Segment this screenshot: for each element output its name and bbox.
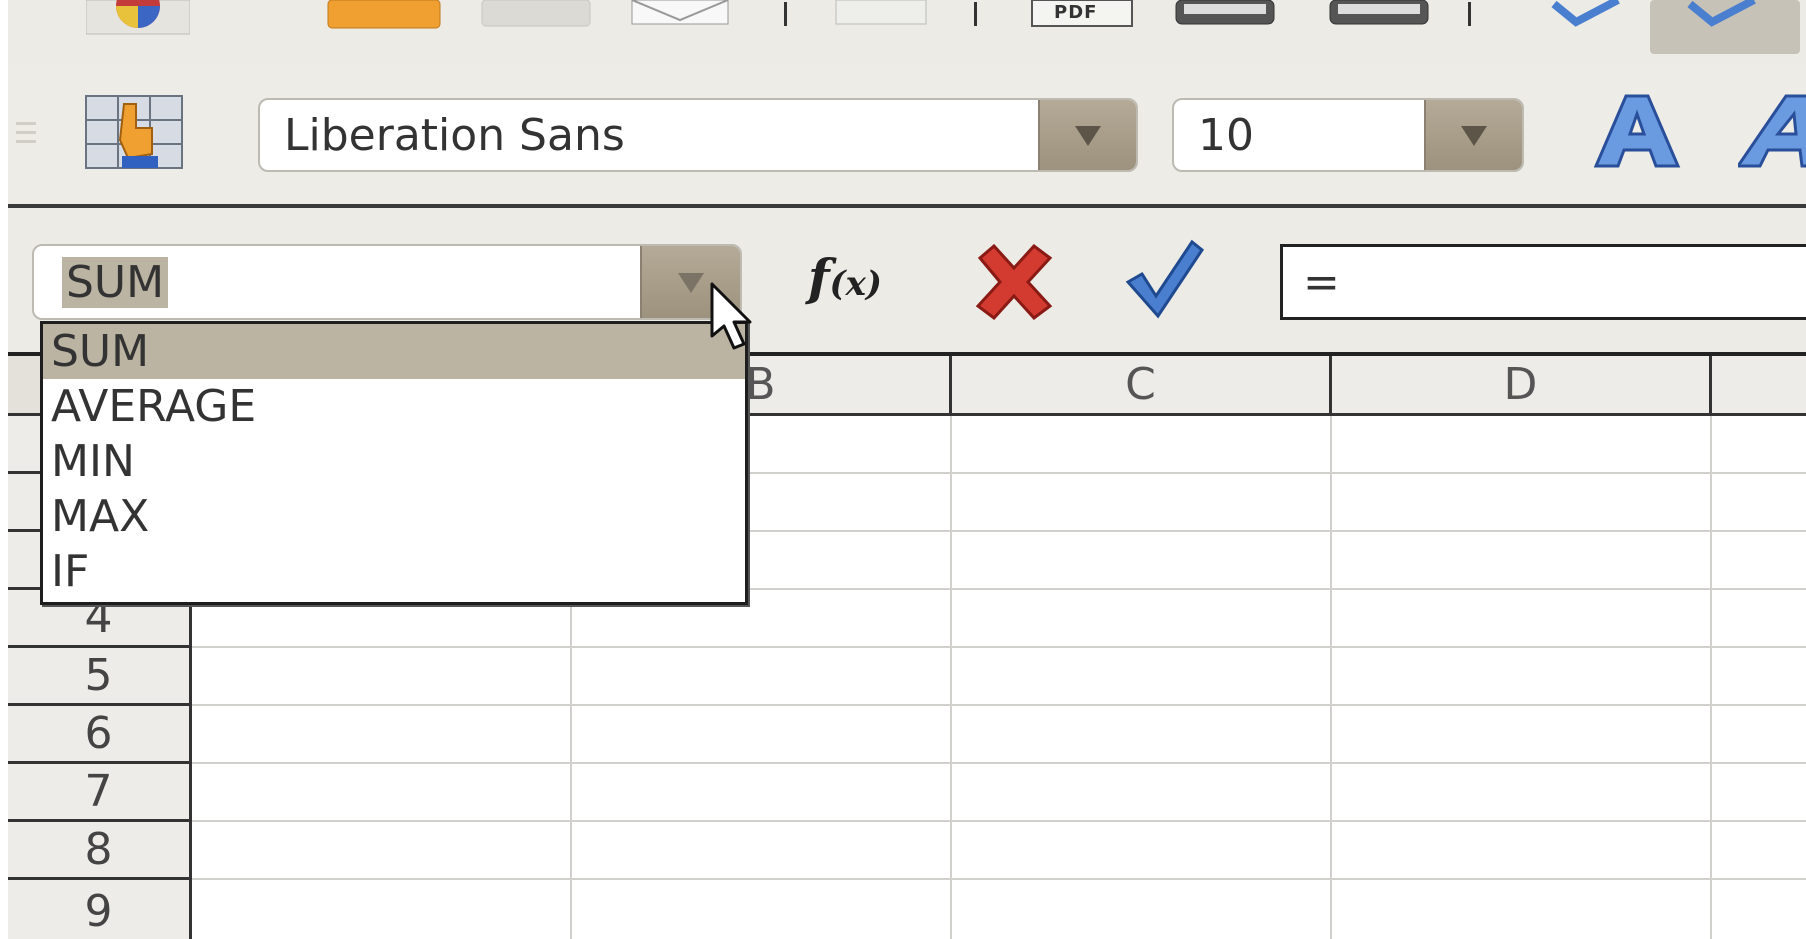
font-name-value[interactable]: Liberation Sans	[284, 100, 625, 170]
name-box-value[interactable]: SUM	[62, 246, 169, 318]
gridline	[1330, 416, 1332, 939]
chevron-down-icon	[1075, 126, 1101, 146]
font-name-combobox[interactable]: Liberation Sans	[258, 98, 1138, 172]
font-size-combobox[interactable]: 10	[1172, 98, 1524, 172]
function-option-if[interactable]: IF	[43, 544, 745, 599]
toolbar-separator	[784, 2, 787, 26]
email-icon[interactable]	[630, 0, 730, 30]
export-pdf-icon[interactable]: PDF	[1028, 0, 1136, 30]
function-option-sum[interactable]: SUM	[43, 324, 745, 379]
toolbar-separator	[974, 2, 977, 26]
edit-file-icon[interactable]	[834, 0, 928, 30]
gridline	[192, 820, 1806, 822]
column-header-c[interactable]: C	[952, 356, 1332, 416]
edit-mode-icon[interactable]	[326, 0, 442, 30]
standard-toolbar: PDF	[8, 0, 1806, 64]
row-header-5[interactable]: 5	[8, 648, 192, 706]
cancel-icon[interactable]	[974, 243, 1054, 321]
font-size-value[interactable]: 10	[1198, 100, 1254, 170]
font-size-dropdown-button[interactable]	[1424, 100, 1522, 170]
gridline	[950, 416, 952, 939]
column-header-e[interactable]	[1712, 356, 1806, 416]
accept-icon[interactable]	[1124, 238, 1205, 320]
gridline	[192, 878, 1806, 880]
print-icon[interactable]	[1172, 0, 1278, 30]
italic-icon[interactable]	[1735, 90, 1806, 172]
spreadsheet-app: PDF Liberation Sans 10 SUM f(x) = B C D …	[8, 0, 1806, 939]
gridline	[1710, 416, 1712, 939]
toolbar-grip[interactable]	[16, 122, 36, 149]
pdf-label: PDF	[1054, 2, 1098, 23]
function-option-average[interactable]: AVERAGE	[43, 379, 745, 434]
function-option-max[interactable]: MAX	[43, 489, 745, 544]
font-name-dropdown-button[interactable]	[1038, 100, 1136, 170]
row-header-7[interactable]: 7	[8, 764, 192, 822]
toolbar-separator	[1468, 2, 1471, 26]
row-header-6[interactable]: 6	[8, 706, 192, 764]
row-header-9[interactable]: 9	[8, 880, 192, 939]
save-disabled-icon[interactable]	[480, 0, 592, 30]
chart-icon[interactable]	[85, 0, 191, 36]
formatting-toolbar: Liberation Sans 10	[8, 64, 1806, 208]
formula-input[interactable]: =	[1280, 244, 1806, 320]
gridline	[192, 762, 1806, 764]
mouse-cursor-icon	[708, 282, 768, 356]
fx-icon: f	[808, 248, 830, 307]
name-box[interactable]: SUM	[32, 244, 742, 320]
function-wizard-button[interactable]: f(x)	[808, 248, 882, 307]
function-option-min[interactable]: MIN	[43, 434, 745, 489]
column-header-d[interactable]: D	[1332, 356, 1712, 416]
gridline	[192, 646, 1806, 648]
spellcheck-icon[interactable]	[1546, 0, 1626, 30]
bold-icon[interactable]	[1588, 90, 1688, 172]
chevron-down-icon	[1461, 126, 1487, 146]
autospellcheck-toggle[interactable]	[1650, 0, 1800, 54]
row-header-8[interactable]: 8	[8, 822, 192, 880]
gridline	[192, 704, 1806, 706]
styles-formatting-icon[interactable]	[84, 94, 188, 172]
chevron-down-icon	[678, 273, 704, 293]
function-dropdown-list[interactable]: SUM AVERAGE MIN MAX IF	[40, 321, 748, 605]
print-preview-icon[interactable]	[1326, 0, 1432, 30]
